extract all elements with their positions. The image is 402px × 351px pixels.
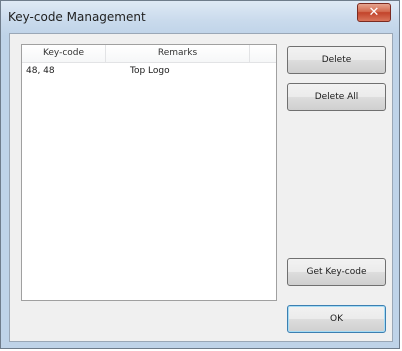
window-title: Key-code Management	[8, 10, 146, 24]
cell-keycode: 48, 48	[26, 66, 55, 76]
keycode-list[interactable]: Key-code Remarks 48, 48 Top Logo	[21, 44, 277, 301]
delete-all-button[interactable]: Delete All	[287, 83, 386, 111]
cell-remarks: Top Logo	[130, 66, 170, 76]
ok-button[interactable]: OK	[287, 305, 386, 333]
delete-button[interactable]: Delete	[287, 46, 386, 74]
column-header-filler	[250, 45, 276, 62]
close-icon: ✕	[368, 5, 380, 20]
list-header: Key-code Remarks	[22, 45, 276, 63]
column-header-keycode[interactable]: Key-code	[22, 45, 106, 62]
close-button[interactable]: ✕	[357, 3, 391, 22]
column-header-remarks[interactable]: Remarks	[106, 45, 250, 62]
list-row[interactable]: 48, 48 Top Logo	[22, 64, 276, 80]
get-keycode-button[interactable]: Get Key-code	[287, 258, 386, 286]
